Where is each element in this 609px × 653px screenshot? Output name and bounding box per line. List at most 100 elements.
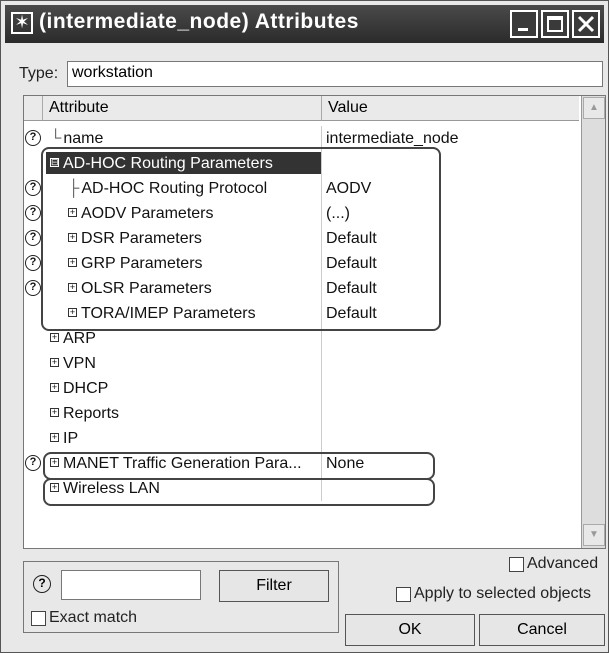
title-bar[interactable]: ✶ (intermediate_node) Attributes — [5, 5, 604, 43]
close-icon — [577, 15, 595, 33]
filter-input[interactable] — [61, 570, 201, 600]
expand-plus-icon[interactable]: + — [50, 458, 59, 468]
value-cell[interactable]: intermediate_node — [322, 126, 585, 151]
table-row[interactable]: + VPN — [24, 351, 581, 376]
table-row[interactable]: ? ├ AD-HOC Routing Protocol AODV — [24, 176, 581, 201]
attribute-cell[interactable]: + MANET Traffic Generation Para... — [42, 451, 322, 476]
scroll-up-arrow-icon[interactable]: ▲ — [583, 97, 605, 119]
attributes-dialog: ✶ (intermediate_node) Attributes Type: w… — [0, 0, 609, 653]
attribute-cell[interactable]: + VPN — [42, 351, 322, 376]
table-row[interactable]: ? └ name intermediate_node — [24, 126, 581, 151]
attribute-label: TORA/IMEP Parameters — [81, 305, 256, 322]
attribute-label: OLSR Parameters — [81, 280, 212, 297]
expand-plus-icon[interactable]: + — [50, 358, 59, 368]
cancel-button[interactable]: Cancel — [479, 614, 605, 646]
table-row[interactable]: + DHCP — [24, 376, 581, 401]
attribute-cell[interactable]: + Wireless LAN — [42, 476, 322, 501]
table-row[interactable]: ⊟ AD-HOC Routing Parameters — [24, 151, 581, 176]
value-cell[interactable]: Default — [322, 251, 585, 276]
attribute-label: Wireless LAN — [63, 480, 160, 497]
value-cell[interactable] — [322, 426, 585, 451]
apply-selected-checkbox[interactable] — [396, 587, 411, 602]
attribute-label: name — [63, 130, 104, 147]
table-row[interactable]: ? + AODV Parameters (...) — [24, 201, 581, 226]
maximize-button[interactable] — [541, 10, 569, 38]
value-cell[interactable]: AODV — [322, 176, 585, 201]
table-row[interactable]: ? + DSR Parameters Default — [24, 226, 581, 251]
expand-plus-icon[interactable]: + — [50, 433, 59, 443]
help-icon[interactable]: ? — [25, 180, 41, 196]
attribute-column-header[interactable]: Attribute — [42, 96, 322, 121]
help-icon[interactable]: ? — [25, 130, 41, 146]
close-button[interactable] — [572, 10, 600, 38]
attribute-label: Reports — [63, 405, 120, 422]
help-icon[interactable]: ? — [25, 255, 41, 271]
attribute-cell[interactable]: + DHCP — [42, 376, 322, 401]
attribute-cell[interactable]: + TORA/IMEP Parameters — [42, 301, 322, 326]
table-row[interactable]: + Wireless LAN — [24, 476, 581, 501]
expand-plus-icon[interactable]: + — [68, 308, 77, 318]
attribute-cell[interactable]: ⊟ AD-HOC Routing Parameters — [42, 151, 322, 176]
expand-plus-icon[interactable]: + — [50, 383, 59, 393]
value-cell[interactable] — [322, 376, 585, 401]
collapse-minus-icon[interactable]: ⊟ — [50, 158, 59, 168]
attribute-label: AD-HOC Routing Protocol — [81, 180, 268, 197]
help-icon[interactable]: ? — [25, 280, 41, 296]
value-cell[interactable]: (...) — [322, 201, 585, 226]
table-row[interactable]: ? + OLSR Parameters Default — [24, 276, 581, 301]
type-field[interactable]: workstation — [67, 61, 603, 87]
value-column-header[interactable]: Value — [322, 96, 579, 121]
value-cell[interactable]: Default — [322, 276, 585, 301]
table-row[interactable]: + Reports — [24, 401, 581, 426]
table-row[interactable]: + TORA/IMEP Parameters Default — [24, 301, 581, 326]
expand-plus-icon[interactable]: + — [68, 208, 77, 218]
table-row[interactable]: + ARP — [24, 326, 581, 351]
table-row[interactable]: ? + MANET Traffic Generation Para... None — [24, 451, 581, 476]
attribute-label: GRP Parameters — [81, 255, 203, 272]
help-icon[interactable]: ? — [25, 230, 41, 246]
attribute-label: MANET Traffic Generation Para... — [63, 455, 302, 472]
window-title: (intermediate_node) Attributes — [39, 10, 359, 33]
expand-plus-icon[interactable]: + — [50, 408, 59, 418]
expand-plus-icon[interactable]: + — [50, 333, 59, 343]
attribute-label: AD-HOC Routing Parameters — [63, 155, 273, 172]
filter-button[interactable]: Filter — [219, 570, 329, 602]
value-cell[interactable]: Default — [322, 226, 585, 251]
advanced-label: Advanced — [527, 555, 599, 572]
help-icon[interactable]: ? — [25, 455, 41, 471]
advanced-checkbox[interactable] — [509, 557, 524, 572]
attribute-grid: Attribute Value ▲ ▼ ? └ name intermediate_n… — [23, 95, 606, 549]
attribute-cell[interactable]: + Reports — [42, 401, 322, 426]
value-cell[interactable]: Default — [322, 301, 585, 326]
attribute-cell[interactable]: ├ AD-HOC Routing Protocol — [42, 176, 322, 201]
help-icon[interactable]: ? — [25, 205, 41, 221]
table-row[interactable]: ? + GRP Parameters Default — [24, 251, 581, 276]
ok-button[interactable]: OK — [345, 614, 475, 646]
attribute-cell[interactable]: + ARP — [42, 326, 322, 351]
expand-plus-icon[interactable]: + — [50, 483, 59, 493]
filter-help-icon[interactable]: ? — [33, 575, 51, 593]
value-cell[interactable] — [322, 151, 585, 176]
expand-plus-icon[interactable]: + — [68, 283, 77, 293]
attribute-label: DHCP — [63, 380, 109, 397]
value-cell[interactable]: None — [322, 451, 585, 476]
expand-plus-icon[interactable]: + — [68, 233, 77, 243]
value-cell[interactable] — [322, 401, 585, 426]
attribute-cell[interactable]: + IP — [42, 426, 322, 451]
tree-connector-icon: └ — [50, 130, 62, 147]
attribute-cell[interactable]: + GRP Parameters — [42, 251, 322, 276]
scroll-down-arrow-icon[interactable]: ▼ — [583, 524, 605, 546]
attribute-cell[interactable]: + DSR Parameters — [42, 226, 322, 251]
table-row[interactable]: + IP — [24, 426, 581, 451]
value-cell[interactable] — [322, 351, 585, 376]
exact-match-checkbox[interactable] — [31, 611, 46, 626]
attribute-cell[interactable]: └ name — [42, 126, 322, 151]
value-cell[interactable] — [322, 326, 585, 351]
expand-plus-icon[interactable]: + — [68, 258, 77, 268]
attribute-label: IP — [63, 430, 79, 447]
attribute-cell[interactable]: + AODV Parameters — [42, 201, 322, 226]
attribute-label: AODV Parameters — [81, 205, 214, 222]
attribute-cell[interactable]: + OLSR Parameters — [42, 276, 322, 301]
value-cell[interactable] — [322, 476, 585, 501]
minimize-button[interactable] — [510, 10, 538, 38]
